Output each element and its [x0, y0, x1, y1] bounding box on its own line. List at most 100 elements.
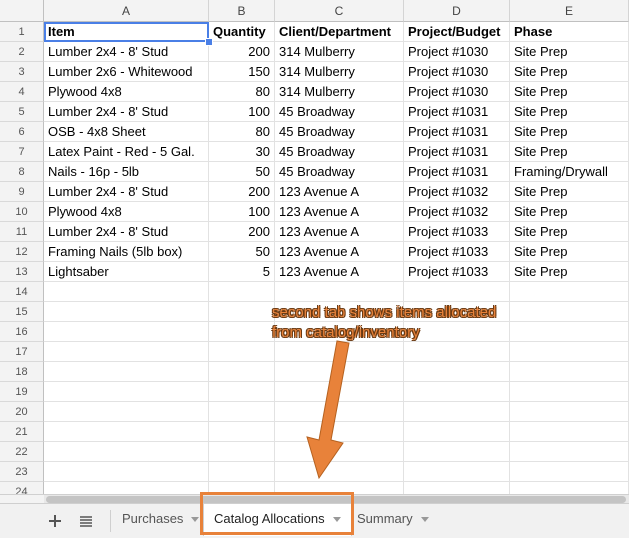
table-cell[interactable]: Project #1031 [404, 122, 510, 142]
empty-cell[interactable] [209, 382, 275, 402]
table-cell[interactable]: Plywood 4x8 [44, 82, 209, 102]
empty-cell[interactable] [404, 282, 510, 302]
table-cell[interactable]: Site Prep [510, 142, 629, 162]
table-cell[interactable]: Framing Nails (5lb box) [44, 242, 209, 262]
column-header-b[interactable]: B [209, 0, 275, 22]
table-cell[interactable]: Framing/Drywall [510, 162, 629, 182]
row-header[interactable]: 1 [0, 22, 44, 42]
table-cell[interactable]: Project #1030 [404, 82, 510, 102]
tab-catalog-allocations[interactable]: Catalog Allocations [203, 504, 352, 536]
table-cell[interactable]: 123 Avenue A [275, 182, 404, 202]
empty-cell[interactable] [44, 462, 209, 482]
empty-cell[interactable] [44, 282, 209, 302]
table-cell[interactable]: Project #1030 [404, 42, 510, 62]
empty-cell[interactable] [275, 342, 404, 362]
table-cell[interactable]: 45 Broadway [275, 162, 404, 182]
empty-cell[interactable] [404, 382, 510, 402]
table-cell[interactable]: Site Prep [510, 182, 629, 202]
table-cell[interactable]: 45 Broadway [275, 102, 404, 122]
table-cell[interactable]: 123 Avenue A [275, 262, 404, 282]
table-cell[interactable]: Site Prep [510, 122, 629, 142]
table-cell[interactable]: Site Prep [510, 222, 629, 242]
empty-cell[interactable] [404, 402, 510, 422]
table-cell[interactable]: Plywood 4x8 [44, 202, 209, 222]
table-cell[interactable]: 314 Mulberry [275, 82, 404, 102]
table-cell[interactable]: 314 Mulberry [275, 62, 404, 82]
chevron-down-icon[interactable] [332, 517, 341, 523]
row-header[interactable]: 14 [0, 282, 44, 302]
empty-cell[interactable] [209, 442, 275, 462]
empty-cell[interactable] [275, 402, 404, 422]
chevron-down-icon[interactable] [191, 517, 200, 523]
table-cell[interactable]: Lightsaber [44, 262, 209, 282]
table-cell[interactable]: Project #1033 [404, 262, 510, 282]
table-cell[interactable]: 123 Avenue A [275, 222, 404, 242]
empty-cell[interactable] [510, 402, 629, 422]
table-cell[interactable]: 150 [209, 62, 275, 82]
table-cell[interactable]: Site Prep [510, 202, 629, 222]
empty-cell[interactable] [510, 462, 629, 482]
table-cell[interactable]: 45 Broadway [275, 142, 404, 162]
header-cell[interactable]: Project/Budget [404, 22, 510, 42]
column-header-e[interactable]: E [510, 0, 629, 22]
table-cell[interactable]: Site Prep [510, 42, 629, 62]
empty-cell[interactable] [510, 382, 629, 402]
table-cell[interactable]: 123 Avenue A [275, 202, 404, 222]
row-header[interactable]: 16 [0, 322, 44, 342]
table-cell[interactable]: 200 [209, 182, 275, 202]
table-cell[interactable]: 50 [209, 242, 275, 262]
tab-purchases[interactable]: Purchases [112, 504, 209, 536]
table-cell[interactable]: 100 [209, 202, 275, 222]
table-cell[interactable]: Site Prep [510, 82, 629, 102]
row-header[interactable]: 10 [0, 202, 44, 222]
row-header[interactable]: 22 [0, 442, 44, 462]
table-cell[interactable]: Site Prep [510, 262, 629, 282]
plus-icon[interactable] [48, 513, 62, 531]
row-header[interactable]: 13 [0, 262, 44, 282]
column-header-a[interactable]: A [44, 0, 209, 22]
select-all-corner[interactable] [0, 0, 44, 22]
table-cell[interactable]: Nails - 16p - 5lb [44, 162, 209, 182]
empty-cell[interactable] [209, 302, 275, 322]
table-cell[interactable]: Project #1032 [404, 182, 510, 202]
empty-cell[interactable] [209, 402, 275, 422]
row-header[interactable]: 3 [0, 62, 44, 82]
empty-cell[interactable] [209, 462, 275, 482]
empty-cell[interactable] [275, 362, 404, 382]
tab-summary[interactable]: Summary [347, 504, 439, 536]
empty-cell[interactable] [44, 342, 209, 362]
table-cell[interactable]: Project #1031 [404, 102, 510, 122]
table-cell[interactable]: Lumber 2x6 - Whitewood [44, 62, 209, 82]
empty-cell[interactable] [510, 342, 629, 362]
row-header[interactable]: 12 [0, 242, 44, 262]
empty-cell[interactable] [510, 282, 629, 302]
table-cell[interactable]: Project #1031 [404, 142, 510, 162]
header-cell[interactable]: Quantity [209, 22, 275, 42]
table-cell[interactable]: Site Prep [510, 102, 629, 122]
row-header[interactable]: 17 [0, 342, 44, 362]
table-cell[interactable]: Project #1030 [404, 62, 510, 82]
row-header[interactable]: 18 [0, 362, 44, 382]
empty-cell[interactable] [209, 322, 275, 342]
table-cell[interactable]: 5 [209, 262, 275, 282]
table-cell[interactable]: 80 [209, 82, 275, 102]
empty-cell[interactable] [404, 342, 510, 362]
table-cell[interactable]: Project #1033 [404, 242, 510, 262]
table-cell[interactable]: Project #1031 [404, 162, 510, 182]
empty-cell[interactable] [44, 422, 209, 442]
empty-cell[interactable] [275, 422, 404, 442]
row-header[interactable]: 11 [0, 222, 44, 242]
table-cell[interactable]: 80 [209, 122, 275, 142]
empty-cell[interactable] [510, 362, 629, 382]
row-header[interactable]: 5 [0, 102, 44, 122]
empty-cell[interactable] [404, 362, 510, 382]
row-header[interactable]: 4 [0, 82, 44, 102]
table-cell[interactable]: Project #1032 [404, 202, 510, 222]
table-cell[interactable]: Site Prep [510, 62, 629, 82]
empty-cell[interactable] [404, 462, 510, 482]
empty-cell[interactable] [209, 342, 275, 362]
empty-cell[interactable] [44, 442, 209, 462]
table-cell[interactable]: Project #1033 [404, 222, 510, 242]
table-cell[interactable]: Lumber 2x4 - 8' Stud [44, 102, 209, 122]
row-header[interactable]: 2 [0, 42, 44, 62]
